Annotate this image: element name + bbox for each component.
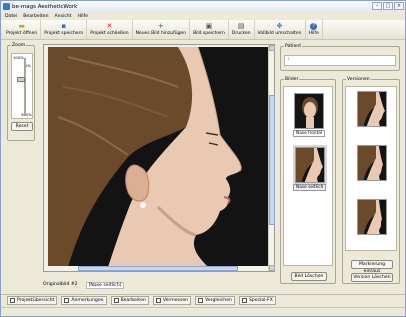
version-thumbnail-3[interactable]: [357, 199, 387, 235]
main-photo[interactable]: [48, 47, 268, 267]
tab-vergleichen[interactable]: Vergleichen: [195, 295, 235, 305]
scroll-up-icon[interactable]: [269, 45, 275, 51]
status-bar: [1, 307, 405, 316]
main-image-frame: [43, 44, 275, 272]
side-thumbnail-image: [292, 145, 327, 185]
profile-face-image: [48, 47, 268, 267]
menu-bar: Datei Bearbeiten Ansicht Hilfe: [1, 12, 405, 20]
close-project-icon: ✕: [106, 22, 113, 30]
fullscreen-button[interactable]: ✥ Vollbild umschalten: [255, 20, 306, 39]
window-title: be-mags AestheticWork: [12, 3, 78, 10]
menu-ansicht[interactable]: Ansicht: [55, 14, 72, 19]
overview-icon: [10, 297, 15, 303]
close-project-button[interactable]: ✕ Projekt schließen: [87, 20, 133, 39]
image-name-field: [Nase seitlich]: [85, 282, 125, 289]
menu-hilfe[interactable]: Hilfe: [77, 14, 87, 19]
scroll-down-icon[interactable]: [269, 265, 275, 271]
image-thumbnail-nase-frontal[interactable]: Nase frontal: [293, 93, 326, 137]
edit-icon: [113, 297, 119, 303]
menu-bearbeiten[interactable]: Bearbeiten: [23, 14, 48, 19]
save-icon: ▪: [61, 22, 67, 30]
vertical-scroll-thumb[interactable]: [269, 95, 275, 225]
image-thumbnail-nase-seitlich[interactable]: Nase seitlich: [292, 145, 327, 191]
close-icon[interactable]: ×: [394, 2, 404, 10]
tab-vermessen[interactable]: Vermessen: [152, 295, 192, 305]
versionen-list: [345, 86, 397, 251]
patient-label: Patient: [284, 44, 302, 49]
image-caption: Originalbild #2 [Nase seitlich]: [43, 282, 125, 289]
special-fx-icon: [241, 297, 247, 303]
maximize-icon[interactable]: □: [383, 2, 393, 10]
bilder-panel: Bilder Nase frontal Nase seitlich Bild L…: [280, 77, 336, 284]
minimize-icon[interactable]: –: [372, 2, 382, 10]
print-icon: ▤: [237, 22, 245, 30]
thumbnail-label: Nase seitlich: [293, 184, 327, 191]
bilder-label: Bilder: [284, 77, 300, 82]
zoom-tick-100: 100%: [13, 55, 24, 60]
zoom-slider-area: 100% 0% 300%: [11, 53, 33, 119]
tab-anmerkungen[interactable]: Anmerkungen: [61, 295, 107, 305]
folder-open-icon: ▬: [18, 22, 25, 30]
patient-field[interactable]: ?: [284, 55, 396, 66]
menu-datei[interactable]: Datei: [5, 14, 17, 19]
zoom-reset-button[interactable]: Reset: [11, 122, 33, 131]
image-horizontal-scrollbar[interactable]: [48, 266, 268, 271]
zoom-slider-thumb[interactable]: [17, 77, 25, 82]
version-thumbnail-image: [357, 199, 387, 235]
help-icon: ?: [310, 23, 318, 30]
delete-image-button[interactable]: Bild Löschen: [291, 272, 327, 281]
add-image-icon: +: [157, 22, 164, 30]
app-window: be-mags AestheticWork – □ × Datei Bearbe…: [0, 0, 406, 317]
help-button[interactable]: ? Hilfe: [306, 20, 323, 39]
fullscreen-icon: ✥: [276, 22, 283, 30]
bottom-tab-bar: Projektübersicht Anmerkungen Bearbeiten …: [1, 294, 405, 305]
version-thumbnail-1[interactable]: [357, 91, 387, 127]
notes-icon: [64, 297, 70, 303]
zoom-tick-300: 300%: [21, 112, 32, 117]
print-button[interactable]: ▤ Drucken: [229, 20, 255, 39]
bilder-list: Nase frontal Nase seitlich: [283, 86, 333, 266]
version-thumbnail-image: [357, 91, 387, 127]
compare-icon: [198, 297, 204, 303]
thumbnail-label: Nase frontal: [293, 130, 326, 137]
title-bar: be-mags AestheticWork – □ ×: [1, 1, 405, 12]
zoom-panel: Zoom 100% 0% 300% Reset: [7, 43, 35, 141]
patient-group: Patient ?: [280, 44, 400, 71]
image-vertical-scrollbar[interactable]: [268, 45, 275, 271]
window-controls: – □ ×: [372, 2, 404, 10]
versionen-label: Versionen: [346, 77, 371, 82]
version-thumbnail-image: [357, 145, 387, 181]
save-image-icon: ▣: [205, 22, 213, 30]
toggle-marker-button[interactable]: Markierung ein/aus: [351, 260, 393, 274]
app-icon: [3, 3, 10, 10]
image-caption-label: Originalbild #2: [43, 282, 78, 287]
horizontal-scroll-thumb[interactable]: [78, 266, 238, 271]
zoom-label: Zoom: [11, 43, 27, 48]
open-project-button[interactable]: ▬ Projekt öffnen: [3, 20, 42, 39]
tab-projektuebersicht[interactable]: Projektübersicht: [7, 295, 58, 305]
save-project-button[interactable]: ▪ Projekt speichern: [41, 20, 88, 39]
zoom-track[interactable]: [24, 58, 26, 116]
frontal-thumbnail-image: [294, 93, 325, 129]
save-image-button[interactable]: ▣ Bild speichern: [190, 20, 229, 39]
tab-spezial-fx[interactable]: Spezial-FX: [238, 295, 276, 305]
toolbar: ▬ Projekt öffnen ▪ Projekt speichern ✕ Proj…: [1, 20, 405, 40]
version-thumbnail-2[interactable]: [357, 145, 387, 181]
add-image-button[interactable]: + Neues Bild hinzufügen: [133, 20, 191, 39]
delete-version-button[interactable]: Version Löschen: [351, 273, 393, 282]
versionen-panel: Versionen Markierung ein/aus Version Lös…: [342, 77, 400, 284]
measure-icon: [155, 297, 161, 303]
tab-bearbeiten[interactable]: Bearbeiten: [110, 295, 149, 305]
